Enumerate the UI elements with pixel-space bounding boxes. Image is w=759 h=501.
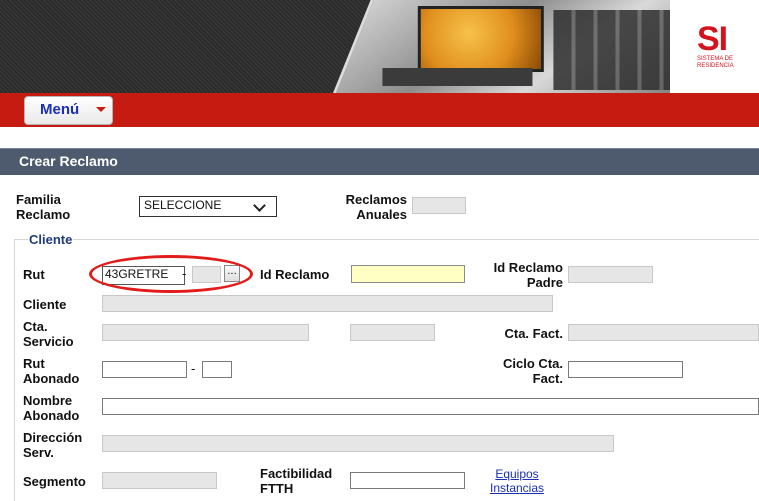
ciclo-cta-fact-input[interactable] <box>568 361 683 378</box>
factibilidad-ftth-label: Factibilidad FTTH <box>260 466 333 496</box>
factibilidad-ftth-input[interactable] <box>350 472 465 489</box>
panel-title: Crear Reclamo <box>19 153 118 169</box>
segmento-label: Segmento <box>23 474 86 489</box>
company-logo-subtitle: SISTEMA DE RESIDENCIA <box>697 56 734 69</box>
rut-label: Rut <box>23 267 45 282</box>
highlight-annotation <box>89 255 253 293</box>
id-reclamo-padre-field <box>568 266 653 283</box>
laptop-screen-image <box>417 6 544 72</box>
header-banner: SI SISTEMA DE RESIDENCIA <box>0 0 759 93</box>
segmento-field <box>102 472 217 489</box>
company-logo: SI <box>697 20 728 58</box>
rut-abonado-dash: - <box>191 361 196 376</box>
menu-button-label[interactable]: Menú <box>40 101 79 118</box>
cta-fact-field <box>568 324 759 341</box>
rut-abonado-input[interactable] <box>102 361 187 378</box>
chevron-down-icon[interactable] <box>96 107 106 112</box>
id-reclamo-label: Id Reclamo <box>260 267 330 282</box>
cliente-fieldset-border-left <box>14 239 15 501</box>
rut-abonado-dv-input[interactable] <box>202 361 232 378</box>
id-reclamo-input[interactable] <box>351 265 465 283</box>
id-reclamo-padre-label: Id Reclamo Padre <box>493 260 563 290</box>
ciclo-cta-fact-label: Ciclo Cta. Fact. <box>503 356 563 386</box>
direccion-serv-label: Dirección Serv. <box>23 430 83 460</box>
equipos-instancias-link[interactable]: Equipos Instancias <box>482 467 552 495</box>
menu-bar <box>0 93 759 127</box>
cliente-section-legend: Cliente <box>28 232 74 247</box>
cta-servicio-extra-field <box>350 324 435 341</box>
nombre-abonado-input[interactable] <box>102 398 759 415</box>
cta-servicio-field <box>102 324 309 341</box>
reclamos-anuales-label: Reclamos Anuales <box>345 192 407 222</box>
cta-servicio-label: Cta. Servicio <box>23 319 74 349</box>
nombre-abonado-label: Nombre Abonado <box>23 393 80 423</box>
direccion-serv-field <box>102 435 614 452</box>
rut-abonado-label: Rut Abonado <box>23 356 80 386</box>
cta-fact-label: Cta. Fact. <box>504 326 563 341</box>
familia-reclamo-selected: SELECCIONE <box>144 198 222 212</box>
reclamos-anuales-field <box>412 197 466 214</box>
familia-reclamo-label: Familia Reclamo <box>16 192 71 222</box>
cliente-field <box>102 295 553 312</box>
cliente-label: Cliente <box>23 297 67 312</box>
laptop-base-image <box>382 68 533 86</box>
cliente-fieldset-border <box>14 239 759 240</box>
